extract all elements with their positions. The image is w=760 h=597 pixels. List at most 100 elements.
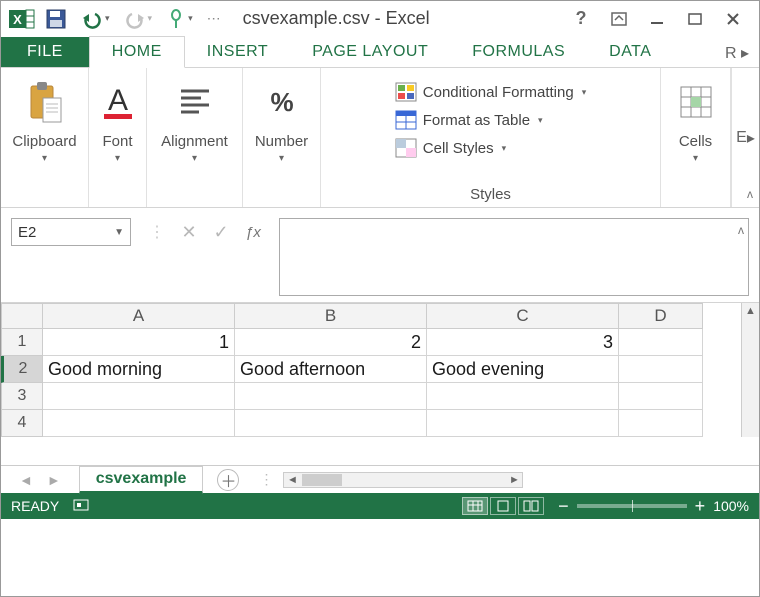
row-header-2[interactable]: 2: [1, 356, 43, 383]
alignment-icon[interactable]: [177, 74, 213, 129]
quick-access-toolbar: X ▾ ▾ ▾ ⋯ csvexample.csv - Excel ?: [1, 1, 759, 36]
vertical-scrollbar[interactable]: ▲: [741, 303, 759, 437]
status-ready: READY: [11, 498, 59, 514]
col-header-b[interactable]: B: [235, 303, 427, 329]
cell-styles-icon: [395, 138, 417, 158]
close-button[interactable]: [723, 9, 743, 29]
cell-a3[interactable]: [43, 383, 235, 410]
group-font: A Font ▾: [89, 68, 147, 207]
group-clipboard: Clipboard ▾: [1, 68, 89, 207]
window-controls: ?: [571, 9, 751, 29]
tab-file[interactable]: FILE: [1, 37, 89, 67]
row-header-1[interactable]: 1: [1, 329, 43, 356]
cell-d1[interactable]: [619, 329, 703, 356]
name-box-dropdown-icon[interactable]: ▼: [114, 227, 124, 238]
cell-d2[interactable]: [619, 356, 703, 383]
help-icon[interactable]: ?: [571, 9, 591, 29]
cell-b1[interactable]: 2: [235, 329, 427, 356]
undo-button[interactable]: ▾: [77, 7, 114, 31]
scroll-thumb[interactable]: [302, 474, 342, 486]
ribbon-display-button[interactable]: [609, 9, 629, 29]
add-sheet-button[interactable]: ＋: [217, 469, 239, 491]
cell-c3[interactable]: [427, 383, 619, 410]
cell-d3[interactable]: [619, 383, 703, 410]
cells-icon[interactable]: [677, 74, 715, 129]
save-icon[interactable]: [41, 6, 71, 32]
tab-insert[interactable]: INSERT: [185, 37, 290, 67]
tab-data[interactable]: DATA: [587, 37, 673, 67]
row-header-4[interactable]: 4: [1, 410, 43, 437]
cell-a2[interactable]: Good morning: [43, 356, 235, 383]
dropdown-icon[interactable]: ▾: [693, 153, 698, 164]
sheet-split-icon[interactable]: ⋮: [259, 471, 273, 488]
dropdown-icon[interactable]: ▾: [279, 153, 284, 164]
expand-formula-bar-icon[interactable]: ʌ: [738, 223, 744, 237]
tab-page-layout[interactable]: PAGE LAYOUT: [290, 37, 450, 67]
zoom-in-button[interactable]: +: [695, 496, 706, 517]
group-number: % Number ▾: [243, 68, 321, 207]
sheet-prev-icon[interactable]: ◄: [19, 472, 33, 488]
formula-input[interactable]: ʌ: [279, 218, 749, 296]
cell-c1[interactable]: 3: [427, 329, 619, 356]
view-page-break-icon[interactable]: [518, 497, 544, 515]
horizontal-scrollbar[interactable]: ◄ ►: [283, 472, 523, 488]
dropdown-icon[interactable]: ▾: [115, 153, 120, 164]
zoom-out-button[interactable]: −: [558, 496, 569, 517]
sheet-nav: ◄ ►: [1, 472, 79, 488]
scroll-right-icon[interactable]: ►: [506, 474, 522, 486]
minimize-button[interactable]: [647, 9, 667, 29]
collapse-ribbon-icon[interactable]: ʌ: [747, 187, 753, 201]
name-box[interactable]: E2 ▼: [11, 218, 131, 246]
format-as-table-button[interactable]: Format as Table▾: [395, 110, 586, 130]
paste-icon[interactable]: [25, 74, 65, 129]
sheet-next-icon[interactable]: ►: [47, 472, 61, 488]
row-3: 3: [1, 383, 741, 410]
font-icon[interactable]: A: [100, 74, 136, 129]
customize-qat-button[interactable]: ⋯: [203, 8, 225, 29]
row-header-3[interactable]: 3: [1, 383, 43, 410]
group-label: Clipboard: [12, 133, 76, 151]
macro-record-icon[interactable]: [73, 498, 89, 515]
enter-icon[interactable]: ✓: [212, 222, 230, 243]
zoom-level[interactable]: 100%: [713, 498, 749, 514]
view-normal-icon[interactable]: [462, 497, 488, 515]
select-all-corner[interactable]: [1, 303, 43, 329]
formula-bar-buttons: ⋮ ✕ ✓ ƒx: [139, 218, 271, 246]
name-box-value: E2: [18, 224, 36, 241]
group-editing-overflow[interactable]: E▸: [731, 68, 759, 207]
tab-overflow[interactable]: R ▸: [715, 39, 759, 67]
group-label: Cells: [679, 133, 712, 151]
cell-a4[interactable]: [43, 410, 235, 437]
touch-mode-button[interactable]: ▾: [162, 6, 197, 32]
cell-b4[interactable]: [235, 410, 427, 437]
zoom-slider[interactable]: [577, 504, 687, 508]
svg-text:%: %: [270, 87, 293, 117]
cell-styles-button[interactable]: Cell Styles▾: [395, 138, 586, 158]
conditional-formatting-button[interactable]: Conditional Formatting▾: [395, 82, 586, 102]
cell-c4[interactable]: [427, 410, 619, 437]
view-page-layout-icon[interactable]: [490, 497, 516, 515]
dropdown-icon[interactable]: ▾: [192, 153, 197, 164]
cell-b2[interactable]: Good afternoon: [235, 356, 427, 383]
cell-c2[interactable]: Good evening: [427, 356, 619, 383]
worksheet-grid: A B C D 1 1 2 3 2 Good morning Good afte…: [1, 303, 759, 465]
col-header-c[interactable]: C: [427, 303, 619, 329]
scroll-left-icon[interactable]: ◄: [284, 474, 300, 486]
redo-button[interactable]: ▾: [120, 7, 157, 31]
excel-logo-icon: X: [9, 7, 35, 31]
col-header-d[interactable]: D: [619, 303, 703, 329]
dropdown-icon[interactable]: ▾: [42, 153, 47, 164]
fx-icon[interactable]: ƒx: [244, 224, 262, 241]
cell-a1[interactable]: 1: [43, 329, 235, 356]
cell-d4[interactable]: [619, 410, 703, 437]
formula-options-icon[interactable]: ⋮: [148, 222, 166, 242]
row-1: 1 1 2 3: [1, 329, 741, 356]
maximize-button[interactable]: [685, 9, 705, 29]
col-header-a[interactable]: A: [43, 303, 235, 329]
tab-home[interactable]: HOME: [89, 36, 185, 68]
number-icon[interactable]: %: [262, 74, 302, 129]
sheet-tab-active[interactable]: csvexample: [79, 466, 204, 494]
cell-b3[interactable]: [235, 383, 427, 410]
tab-formulas[interactable]: FORMULAS: [450, 37, 587, 67]
cancel-icon[interactable]: ✕: [180, 222, 198, 243]
